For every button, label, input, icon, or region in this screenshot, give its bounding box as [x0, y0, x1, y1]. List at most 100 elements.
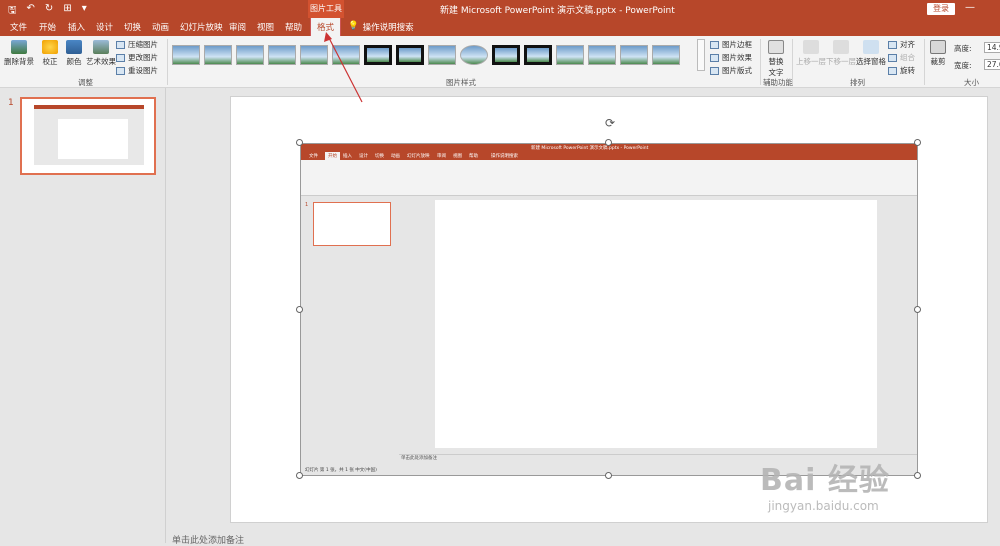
- ribbon-tabs: 文件 开始 插入 设计 切换 动画 幻灯片放映 审阅 视图 帮助 格式 💡 操作…: [0, 18, 1000, 36]
- tab-animations[interactable]: 动画: [152, 21, 169, 33]
- notes-hint[interactable]: 单击此处添加备注: [172, 533, 244, 546]
- slide-thumbnail[interactable]: [20, 97, 156, 175]
- picture-layout-button[interactable]: 图片版式: [710, 65, 752, 76]
- style-thumb[interactable]: [556, 45, 584, 65]
- artistic-effects-button[interactable]: 艺术效果: [86, 40, 116, 67]
- resize-handle[interactable]: [914, 139, 921, 146]
- bring-forward-icon: [803, 40, 819, 54]
- ribbon-display-icon[interactable]: —: [965, 2, 975, 13]
- picture-ribbon: [301, 160, 917, 196]
- picture-border-label: 图片边框: [722, 40, 752, 49]
- bring-forward-button[interactable]: 上移一层: [796, 40, 826, 67]
- change-picture-label: 更改图片: [128, 53, 158, 62]
- style-thumb[interactable]: [172, 45, 200, 65]
- rotate-button[interactable]: 旋转: [888, 65, 915, 76]
- tab-view[interactable]: 视图: [257, 21, 274, 33]
- picture-tab: 开始: [325, 152, 340, 160]
- reset-picture-button[interactable]: 重设图片: [116, 65, 158, 76]
- height-label: 高度:: [954, 44, 972, 53]
- tab-home[interactable]: 开始: [39, 21, 56, 33]
- style-thumb[interactable]: [268, 45, 296, 65]
- selected-picture[interactable]: 新建 Microsoft PowerPoint 演示文稿.pptx - Powe…: [300, 143, 918, 476]
- group-objects-button[interactable]: 组合: [888, 52, 915, 63]
- baidu-watermark: Bai 经验 jingyan.baidu.com: [760, 455, 990, 525]
- rotate-handle-icon[interactable]: ⟳: [603, 116, 617, 130]
- gallery-scrollbar[interactable]: [697, 39, 705, 71]
- artistic-effects-label: 艺术效果: [86, 57, 116, 66]
- corrections-button[interactable]: 校正: [42, 40, 58, 67]
- group-size-label: 大小: [964, 78, 979, 87]
- ribbon: 删除背景 校正 颜色 艺术效果 压缩图片 更改图片 重设图片 调整 图片样式 图…: [0, 36, 1000, 88]
- resize-handle[interactable]: [605, 139, 612, 146]
- thumbnail-canvas: [58, 119, 128, 159]
- send-backward-button[interactable]: 下移一层: [826, 40, 856, 67]
- style-thumb[interactable]: [236, 45, 264, 65]
- color-label: 颜色: [66, 57, 82, 66]
- change-picture-button[interactable]: 更改图片: [116, 52, 158, 63]
- send-backward-icon: [833, 40, 849, 54]
- compress-pictures-button[interactable]: 压缩图片: [116, 39, 158, 50]
- alt-text-button[interactable]: 替换 文字: [768, 40, 784, 78]
- picture-slide-number: 1: [305, 202, 309, 208]
- tab-review[interactable]: 审阅: [229, 21, 246, 33]
- alt-text-icon: [768, 40, 784, 54]
- picture-title-text: 新建 Microsoft PowerPoint 演示文稿.pptx - Powe…: [531, 146, 649, 151]
- width-label: 宽度:: [954, 61, 972, 70]
- annotation-arrow: [324, 32, 363, 103]
- resize-handle[interactable]: [296, 472, 303, 479]
- crop-icon: [930, 40, 946, 54]
- picture-slide-canvas: [435, 200, 877, 448]
- picture-border-button[interactable]: 图片边框: [710, 39, 752, 50]
- group-separator: [924, 39, 925, 85]
- style-thumb[interactable]: [396, 45, 424, 65]
- resize-handle[interactable]: [605, 472, 612, 479]
- selection-pane-button[interactable]: 选择窗格: [856, 40, 886, 67]
- change-picture-icon: [116, 53, 125, 62]
- picture-effects-button[interactable]: 图片效果: [710, 52, 752, 63]
- picture-tab: 设计: [359, 154, 368, 159]
- style-thumb[interactable]: [588, 45, 616, 65]
- slide-number: 1: [8, 98, 14, 108]
- picture-slide-thumb: [313, 202, 391, 246]
- tab-help[interactable]: 帮助: [285, 21, 302, 33]
- resize-handle[interactable]: [296, 139, 303, 146]
- picture-tools-label: 图片工具: [308, 0, 344, 18]
- style-thumb[interactable]: [652, 45, 680, 65]
- picture-tabs: 文件 开始 插入 设计 切换 动画 幻灯片放映 审阅 视图 帮助 操作说明搜索: [301, 152, 917, 160]
- resize-handle[interactable]: [914, 306, 921, 313]
- thumbnail-bar: [34, 105, 144, 109]
- compress-label: 压缩图片: [128, 40, 158, 49]
- remove-background-button[interactable]: 删除背景: [4, 40, 34, 67]
- style-thumb[interactable]: [204, 45, 232, 65]
- height-input[interactable]: 14.93: [984, 42, 1000, 53]
- picture-layout-icon: [710, 66, 719, 75]
- color-button[interactable]: 颜色: [66, 40, 82, 67]
- crop-button[interactable]: 裁剪: [930, 40, 946, 67]
- picture-effects-label: 图片效果: [722, 53, 752, 62]
- resize-handle[interactable]: [296, 306, 303, 313]
- picture-tab: 审阅: [437, 154, 446, 159]
- group-separator: [792, 39, 793, 85]
- tab-design[interactable]: 设计: [96, 21, 113, 33]
- tab-insert[interactable]: 插入: [68, 21, 85, 33]
- selection-pane-icon: [863, 40, 879, 54]
- tab-file[interactable]: 文件: [10, 21, 27, 33]
- width-input[interactable]: 27.62: [984, 59, 1000, 70]
- group-separator: [167, 39, 168, 85]
- tab-slideshow[interactable]: 幻灯片放映: [180, 21, 223, 33]
- align-icon: [888, 40, 897, 49]
- style-thumb[interactable]: [428, 45, 456, 65]
- watermark-brand: Bai 经验: [760, 463, 890, 498]
- compress-icon: [116, 40, 125, 49]
- tab-transitions[interactable]: 切换: [124, 21, 141, 33]
- group-arrange-label: 排列: [850, 78, 865, 87]
- login-button[interactable]: 登录: [927, 3, 955, 15]
- style-thumb[interactable]: [492, 45, 520, 65]
- style-thumb[interactable]: [524, 45, 552, 65]
- style-thumb[interactable]: [460, 45, 488, 65]
- group-objects-label: 组合: [900, 53, 915, 62]
- style-thumb[interactable]: [620, 45, 648, 65]
- align-button[interactable]: 对齐: [888, 39, 915, 50]
- document-title: 新建 Microsoft PowerPoint 演示文稿.pptx - Powe…: [440, 6, 675, 16]
- bring-forward-label: 上移一层: [796, 57, 826, 66]
